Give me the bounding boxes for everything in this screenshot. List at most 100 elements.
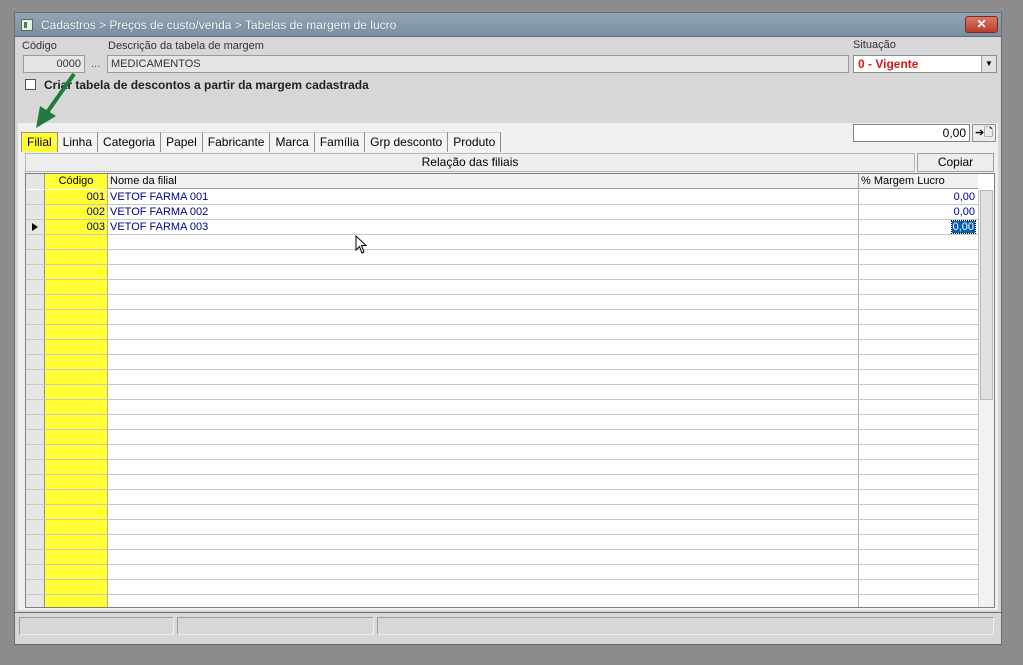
table-row[interactable]: 001 VETOF FARMA 001 0,00 [26, 190, 978, 205]
cell-nome[interactable] [108, 580, 859, 594]
cell-nome[interactable] [108, 325, 859, 339]
table-row-selected[interactable]: 003 VETOF FARMA 003 0,00 [26, 220, 978, 235]
cell-margem[interactable] [859, 355, 977, 369]
cell-margem[interactable] [859, 520, 977, 534]
cell-codigo[interactable] [45, 490, 108, 504]
cell-codigo[interactable] [45, 385, 108, 399]
cell-codigo[interactable]: 003 [45, 220, 108, 234]
table-row-empty[interactable] [26, 250, 978, 265]
descricao-field[interactable]: MEDICAMENTOS [107, 55, 849, 73]
cell-margem[interactable] [859, 385, 977, 399]
margin-value-input[interactable]: 0,00 [853, 124, 970, 142]
table-row-empty[interactable] [26, 445, 978, 460]
cell-margem-editing[interactable]: 0,00 [950, 220, 977, 234]
cell-nome[interactable] [108, 595, 859, 607]
table-row-empty[interactable] [26, 535, 978, 550]
cell-nome[interactable] [108, 445, 859, 459]
table-row-empty[interactable] [26, 355, 978, 370]
table-row-empty[interactable] [26, 325, 978, 340]
table-row-empty[interactable] [26, 370, 978, 385]
situacao-select[interactable]: 0 - Vigente ▼ [853, 55, 997, 73]
tab-grp-desconto[interactable]: Grp desconto [365, 132, 449, 152]
cell-margem[interactable] [859, 580, 977, 594]
tab-papel[interactable]: Papel [161, 132, 203, 152]
cell-nome[interactable]: VETOF FARMA 003 [108, 220, 859, 234]
cell-codigo[interactable]: 002 [45, 205, 108, 219]
cell-codigo[interactable] [45, 565, 108, 579]
table-row-empty[interactable] [26, 310, 978, 325]
cell-nome[interactable] [108, 280, 859, 294]
table-row-empty[interactable] [26, 580, 978, 595]
codigo-lookup-button[interactable]: ... [91, 58, 100, 70]
cell-codigo[interactable] [45, 340, 108, 354]
column-header-codigo[interactable]: Código [45, 174, 108, 189]
cell-margem[interactable] [859, 415, 977, 429]
cell-nome[interactable] [108, 235, 859, 249]
table-row-empty[interactable] [26, 460, 978, 475]
cell-codigo[interactable] [45, 355, 108, 369]
tab-fabricante[interactable]: Fabricante [202, 132, 271, 152]
cell-nome[interactable] [108, 250, 859, 264]
cell-codigo[interactable] [45, 310, 108, 324]
cell-margem[interactable] [859, 340, 977, 354]
cell-codigo[interactable] [45, 325, 108, 339]
close-button[interactable]: ✕ [965, 16, 998, 33]
cell-margem[interactable] [859, 565, 977, 579]
cell-nome[interactable] [108, 385, 859, 399]
cell-codigo[interactable] [45, 400, 108, 414]
cell-margem[interactable] [859, 400, 977, 414]
table-row-empty[interactable] [26, 550, 978, 565]
table-row-empty[interactable] [26, 385, 978, 400]
cell-margem[interactable] [859, 595, 977, 607]
cell-margem[interactable] [859, 535, 977, 549]
cell-nome[interactable] [108, 340, 859, 354]
filiais-grid[interactable]: Código Nome da filial % Margem Lucro 001… [25, 173, 995, 608]
table-row[interactable]: 002 VETOF FARMA 002 0,00 [26, 205, 978, 220]
table-row-empty[interactable] [26, 415, 978, 430]
cell-margem[interactable] [859, 235, 977, 249]
table-row-empty[interactable] [26, 595, 978, 607]
cell-margem[interactable] [859, 430, 977, 444]
table-row-empty[interactable] [26, 265, 978, 280]
cell-margem[interactable] [859, 325, 977, 339]
title-bar[interactable]: Cadastros > Preços de custo/venda > Tabe… [15, 13, 1001, 37]
tab-filial[interactable]: Filial [21, 132, 58, 152]
cell-codigo[interactable] [45, 445, 108, 459]
cell-codigo[interactable] [45, 595, 108, 607]
cell-codigo[interactable] [45, 580, 108, 594]
table-row-empty[interactable] [26, 430, 978, 445]
cell-margem[interactable] [859, 265, 977, 279]
tab-produto[interactable]: Produto [448, 132, 502, 152]
table-row-empty[interactable] [26, 340, 978, 355]
cell-nome[interactable] [108, 295, 859, 309]
cell-nome[interactable] [108, 265, 859, 279]
cell-nome[interactable] [108, 520, 859, 534]
table-row-empty[interactable] [26, 280, 978, 295]
cell-nome[interactable]: VETOF FARMA 001 [108, 190, 859, 204]
cell-margem[interactable] [859, 505, 977, 519]
tab-marca[interactable]: Marca [270, 132, 315, 152]
cell-nome[interactable] [108, 505, 859, 519]
cell-codigo[interactable] [45, 520, 108, 534]
cell-margem[interactable] [859, 280, 977, 294]
cell-margem[interactable] [859, 460, 977, 474]
cell-nome[interactable]: VETOF FARMA 002 [108, 205, 859, 219]
cell-nome[interactable] [108, 535, 859, 549]
cell-nome[interactable] [108, 400, 859, 414]
cell-codigo[interactable] [45, 280, 108, 294]
cell-margem[interactable]: 0,00 [859, 220, 977, 234]
scrollbar-thumb[interactable] [980, 190, 993, 400]
cell-codigo[interactable] [45, 265, 108, 279]
cell-codigo[interactable] [45, 235, 108, 249]
cell-codigo[interactable] [45, 415, 108, 429]
table-row-empty[interactable] [26, 400, 978, 415]
tab-linha[interactable]: Linha [57, 132, 99, 152]
arrow-to-doc-icon[interactable]: ➔🗋 [972, 124, 996, 142]
cell-margem[interactable] [859, 475, 977, 489]
cell-margem[interactable] [859, 550, 977, 564]
cell-codigo[interactable] [45, 550, 108, 564]
cell-margem[interactable] [859, 295, 977, 309]
cell-nome[interactable] [108, 430, 859, 444]
table-row-empty[interactable] [26, 505, 978, 520]
cell-margem[interactable] [859, 310, 977, 324]
